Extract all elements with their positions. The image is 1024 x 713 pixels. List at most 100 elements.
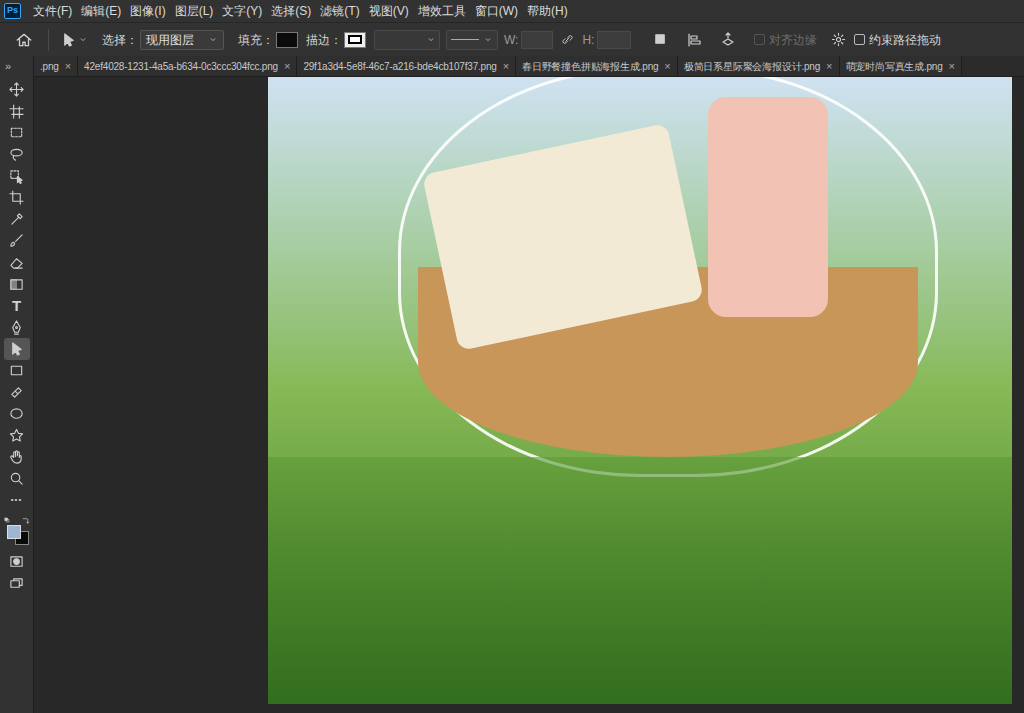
tool-kind: ••• [11, 496, 22, 504]
height-input[interactable] [597, 31, 631, 49]
path-alignment-icon[interactable] [686, 32, 702, 48]
menu-item[interactable]: 视图(V) [369, 0, 409, 22]
constrain-path-option[interactable]: 约束路径拖动 [854, 31, 941, 49]
healing-icon [9, 385, 24, 400]
tab-close-button[interactable]: × [949, 61, 955, 72]
stroke-type-dropdown[interactable] [446, 30, 498, 50]
tool-button[interactable] [4, 338, 30, 360]
tab-close-button[interactable]: × [503, 61, 509, 72]
tab-close-button[interactable]: × [65, 61, 71, 72]
tool-preset[interactable] [61, 32, 88, 47]
link-icon[interactable] [561, 33, 574, 46]
tab-label: 29f1a3d4-5e8f-46c7-a216-bde4cb107f37.png [303, 59, 496, 74]
tool-button[interactable] [4, 79, 30, 101]
tool-button[interactable] [4, 252, 30, 274]
more-tool-glyph: ••• [11, 496, 22, 504]
tool-button[interactable] [4, 122, 30, 144]
menu-item[interactable]: 窗口(W) [475, 0, 518, 22]
menu-item[interactable]: 滤镜(T) [320, 0, 359, 22]
home-icon[interactable] [12, 31, 36, 49]
artboard-icon [9, 104, 24, 119]
zoom-icon [9, 471, 24, 486]
path-operations-icon[interactable] [653, 32, 668, 47]
menu-item[interactable]: 文字(Y) [222, 0, 262, 22]
tool-button[interactable] [4, 144, 30, 166]
tool-button[interactable] [4, 187, 30, 209]
swap-colors-icon[interactable] [21, 517, 30, 526]
default-colors-icon[interactable] [4, 517, 12, 525]
document-tab[interactable]: 42ef4028-1231-4a5a-b634-0c3ccc304fcc.png… [78, 56, 297, 76]
tool-kind [9, 104, 24, 119]
document-tab[interactable]: 萌宠时尚写真生成.png × [840, 56, 963, 76]
tool-kind [9, 471, 24, 486]
menu-item[interactable]: 文件(F) [33, 0, 72, 22]
path-arrange-icon[interactable] [720, 32, 736, 48]
menu-item[interactable]: 增效工具 [418, 0, 466, 22]
tool-button[interactable] [4, 317, 30, 339]
tab-close-button[interactable]: × [284, 61, 290, 72]
align-edges-option: 对齐边缘 [754, 31, 817, 49]
tool-button[interactable]: T [4, 295, 30, 317]
marquee-icon [9, 125, 24, 140]
height-label: H: [582, 31, 594, 49]
tool-kind [9, 320, 24, 335]
tool-button[interactable] [4, 381, 30, 403]
document-tab[interactable]: 极简日系星际聚会海报设计.png× [678, 56, 840, 76]
tool-kind [9, 233, 24, 248]
menu-item[interactable]: 编辑(E) [81, 0, 121, 22]
tool-button[interactable] [4, 468, 30, 490]
menu-item[interactable]: 选择(S) [271, 0, 311, 22]
objectselect-icon [9, 169, 24, 184]
width-input[interactable] [521, 31, 553, 49]
foreground-color[interactable] [7, 525, 21, 539]
tool-button[interactable]: ••• [4, 489, 30, 511]
menu-item[interactable]: 图层(L) [175, 0, 214, 22]
stroke-width-dropdown[interactable] [374, 30, 440, 50]
tool-kind [9, 363, 24, 378]
select-dropdown[interactable]: 现用图层 [140, 30, 224, 50]
tab-label: 萌宠时尚写真生成.png [846, 59, 943, 74]
panel-toggle-button[interactable]: » [0, 56, 33, 77]
tool-button[interactable] [4, 572, 30, 594]
color-swatches [4, 517, 30, 547]
shape-icon [9, 428, 24, 443]
hand-icon [9, 449, 24, 464]
tool-kind [9, 406, 24, 421]
stroke-swatch[interactable] [344, 32, 366, 48]
tool-kind [9, 554, 24, 569]
tool-button[interactable] [4, 165, 30, 187]
tool-button[interactable] [4, 551, 30, 573]
tool-button[interactable] [4, 230, 30, 252]
menu-item[interactable]: 图像(I) [130, 0, 165, 22]
tool-button[interactable] [4, 446, 30, 468]
tool-kind [9, 82, 24, 97]
tab-close-button[interactable]: × [826, 61, 832, 72]
menu-item[interactable]: 帮助(H) [527, 0, 568, 22]
tool-kind [9, 147, 24, 162]
tool-button[interactable] [4, 403, 30, 425]
tool-kind: T [12, 298, 21, 313]
tool-button[interactable] [4, 273, 30, 295]
fill-swatch[interactable] [276, 32, 298, 48]
tool-button[interactable] [4, 425, 30, 447]
options-bar: 选择：现用图层填充：描边：W:H:对齐边缘约束路径拖动 [0, 22, 1024, 56]
gear-icon[interactable] [831, 32, 846, 47]
move-icon [9, 82, 24, 97]
document-tab[interactable]: 29f1a3d4-5e8f-46c7-a216-bde4cb107f37.png… [297, 56, 516, 76]
tool-button[interactable] [4, 209, 30, 231]
path-select-icon [61, 32, 76, 47]
tool-button[interactable] [4, 360, 30, 382]
brush-icon [9, 233, 24, 248]
document-tab[interactable]: 春日野餐撞色拼贴海报生成.png× [516, 56, 678, 76]
ps-logo[interactable]: Ps [4, 3, 21, 19]
eyedropper-icon [9, 212, 24, 227]
tool-kind [9, 190, 24, 205]
chevron-icon [483, 35, 493, 45]
screenmode-icon [9, 576, 24, 591]
tab-close-button[interactable]: × [664, 61, 670, 72]
constrain-path-checkbox[interactable] [854, 34, 865, 45]
chevron-icon [426, 35, 436, 45]
tool-button[interactable] [4, 101, 30, 123]
document-tab[interactable]: .png× [34, 56, 78, 76]
chevron-icon [208, 35, 218, 45]
